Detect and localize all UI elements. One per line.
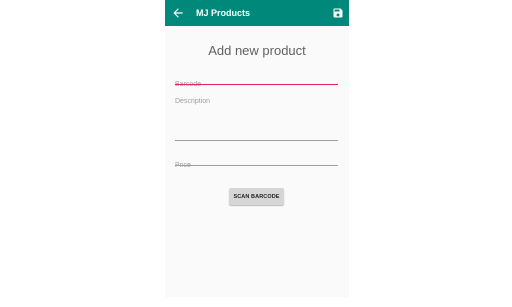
barcode-underline (175, 84, 338, 85)
app-title: MJ Products (196, 8, 251, 18)
price-underline (175, 165, 338, 166)
save-button[interactable] (332, 7, 344, 19)
description-field-container (175, 97, 338, 142)
arrow-back-icon (173, 8, 183, 18)
description-underline (175, 140, 338, 141)
barcode-field-container (175, 73, 338, 90)
back-button[interactable] (171, 5, 185, 21)
scan-barcode-button[interactable]: SCAN BARCODE (229, 188, 284, 205)
price-field-container (175, 154, 338, 171)
app-bar: MJ Products (165, 0, 349, 26)
description-input[interactable] (175, 97, 338, 137)
save-icon (333, 8, 343, 18)
page-title: Add new product (208, 43, 306, 58)
app-screen: MJ Products Add new product SCAN BARCODE (165, 0, 349, 297)
